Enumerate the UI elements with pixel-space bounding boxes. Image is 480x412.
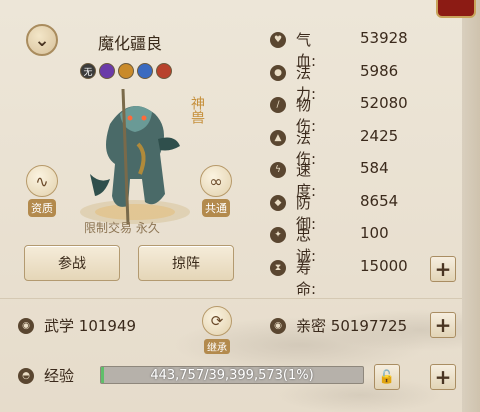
pet-seal: 神兽 xyxy=(189,96,205,124)
plus-icon: + xyxy=(434,257,452,281)
close-tab[interactable] xyxy=(436,0,476,18)
badge-gold-icon[interactable] xyxy=(118,63,134,79)
shield-icon: ◆ xyxy=(270,194,286,211)
badge-none[interactable]: 无 xyxy=(80,63,96,79)
inherit-button[interactable]: ⟳ 继承 xyxy=(200,306,234,355)
add-life-button[interactable]: + xyxy=(430,256,456,282)
intimacy-row: 亲密 50197725 xyxy=(296,315,407,336)
stat-value: 2425 xyxy=(360,126,399,145)
stat-value: 15000 xyxy=(360,256,408,275)
aptitude-label: 资质 xyxy=(28,199,56,217)
add-intimacy-button[interactable]: + xyxy=(430,312,456,338)
stat-value: 100 xyxy=(360,224,389,242)
lock-icon: 🔓 xyxy=(378,369,396,385)
pet-badges: 无 xyxy=(80,63,172,79)
sword-icon: / xyxy=(270,97,286,113)
martial-row: 武学 101949 xyxy=(44,315,136,336)
stat-value: 52080 xyxy=(360,94,408,112)
intimacy-value: 50197725 xyxy=(330,317,408,335)
badge-red-icon[interactable] xyxy=(156,63,172,79)
flame-icon: ▲ xyxy=(270,129,286,146)
exp-label: 经验 xyxy=(44,367,75,385)
plus-icon: + xyxy=(434,313,452,337)
common-label: 共通 xyxy=(202,199,230,217)
drop-icon: ● xyxy=(270,64,286,81)
badge-purple-icon[interactable] xyxy=(99,63,115,79)
add-exp-button[interactable]: + xyxy=(430,364,456,390)
martial-label: 武学 xyxy=(44,317,75,335)
intimacy-icon: ◉ xyxy=(270,318,286,334)
intimacy-label: 亲密 xyxy=(296,317,327,335)
pet-select-dropdown-button[interactable]: ⌄ xyxy=(26,24,58,56)
chevron-down-icon: ⌄ xyxy=(34,29,50,51)
heart-icon: ♥ xyxy=(270,32,286,48)
lightning-icon: ϟ xyxy=(270,162,286,178)
exp-lock-button[interactable]: 🔓 xyxy=(374,364,400,390)
life-icon: ⧗ xyxy=(270,259,286,276)
badge-blue-icon[interactable] xyxy=(137,63,153,79)
formation-button[interactable]: 掠阵 xyxy=(138,245,234,281)
aptitude-button[interactable]: ∿ 资质 xyxy=(22,165,62,217)
stat-value: 8654 xyxy=(360,191,399,210)
fight-button[interactable]: 参战 xyxy=(24,245,120,281)
stat-value: 584 xyxy=(360,159,389,177)
refresh-icon: ⟳ xyxy=(202,306,232,336)
right-frame xyxy=(462,0,480,412)
divider xyxy=(0,298,462,299)
stat-value: 5986 xyxy=(360,61,399,80)
exp-progress-text: 443,757/39,399,573(1%) xyxy=(150,368,314,383)
pet-name: 魔化疆良 xyxy=(98,34,163,53)
exp-progress-bar: 443,757/39,399,573(1%) xyxy=(100,366,364,384)
pet-header: ⌄ 魔化疆良 xyxy=(22,22,222,58)
plus-icon: + xyxy=(434,365,452,389)
stat-name: 寿命: xyxy=(296,258,317,298)
infinity-icon: ∞ xyxy=(200,165,232,197)
inherit-label: 继承 xyxy=(204,339,230,354)
martial-icon: ◉ xyxy=(18,318,34,334)
common-button[interactable]: ∞ 共通 xyxy=(196,165,236,217)
trade-restriction: 限制交易 永久 xyxy=(84,221,160,235)
exp-icon: ◓ xyxy=(18,368,34,384)
loyalty-icon: ✦ xyxy=(270,227,286,243)
martial-value: 101949 xyxy=(78,317,137,335)
stat-value: 53928 xyxy=(360,29,408,47)
pulse-icon: ∿ xyxy=(26,165,58,197)
